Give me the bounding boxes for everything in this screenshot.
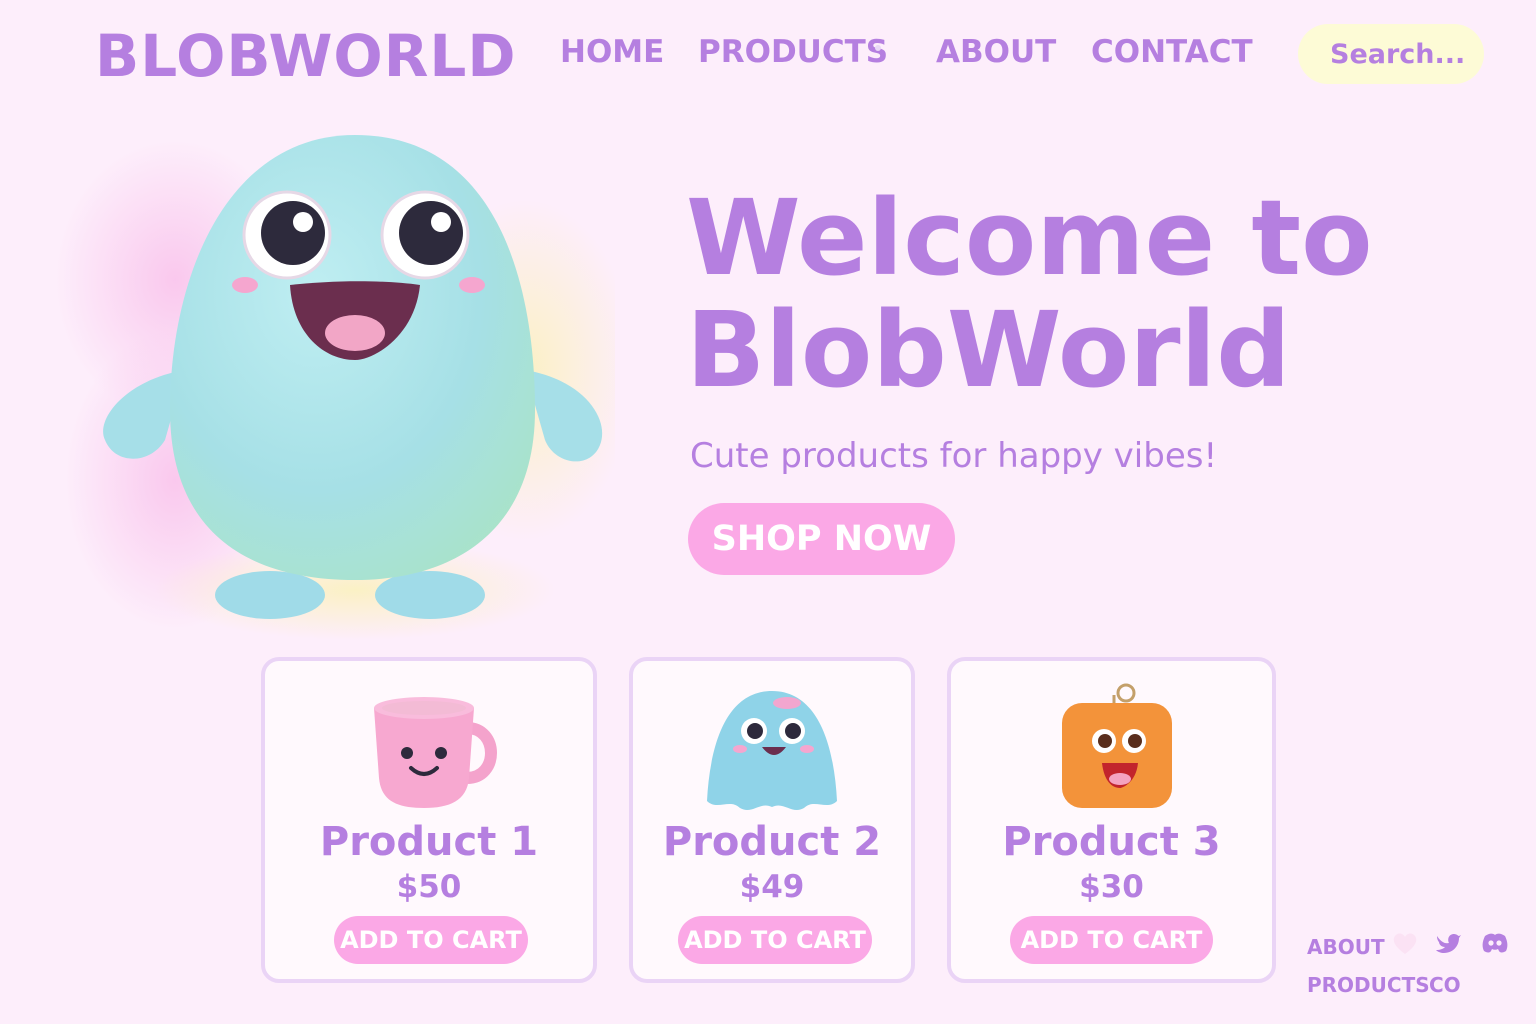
hero-title: Welcome to BlobWorld [686,177,1373,411]
product-name: Product 3 [1002,819,1221,865]
heart-icon[interactable] [1390,928,1420,958]
bird-icon[interactable] [1433,928,1463,958]
orange-keychain-icon [1061,683,1172,808]
product-card[interactable]: Product 1 $50 ADD TO CART [261,657,597,983]
footer-link-about[interactable]: ABOUT [1307,935,1385,959]
nav-dot [875,45,881,51]
discord-icon[interactable] [1480,928,1510,958]
add-to-cart-button[interactable]: ADD TO CART [334,916,528,964]
footer-link-products[interactable]: PRODUCTS [1307,973,1430,997]
product-name: Product 2 [662,819,882,865]
nav-products[interactable]: PRODUCTS [698,34,888,70]
add-to-cart-button[interactable]: ADD TO CART [678,916,872,964]
product-card[interactable]: Product 3 $30 ADD TO CART [947,657,1276,983]
blob-mascot-image [55,135,615,640]
nav-about[interactable]: ABOUT [936,34,1056,70]
hero-subtitle: Cute products for happy vibes! [690,436,1218,476]
search-input[interactable] [1298,24,1484,84]
blue-ghost-icon [707,691,837,811]
product-card[interactable]: Product 2 $49 ADD TO CART [629,657,915,983]
pink-mug-icon [374,697,497,808]
footer-link-co[interactable]: CO [1429,973,1461,997]
nav-home[interactable]: HOME [560,34,664,70]
product-price: $50 [396,869,462,905]
product-price: $30 [1079,869,1144,905]
product-name: Product 1 [319,819,539,865]
site-logo[interactable]: BLOBWORLD [95,22,517,90]
shop-now-button[interactable]: SHOP NOW [688,503,955,575]
nav-contact[interactable]: CONTACT [1091,34,1253,70]
add-to-cart-button[interactable]: ADD TO CART [1010,916,1213,964]
product-price: $49 [739,869,805,905]
